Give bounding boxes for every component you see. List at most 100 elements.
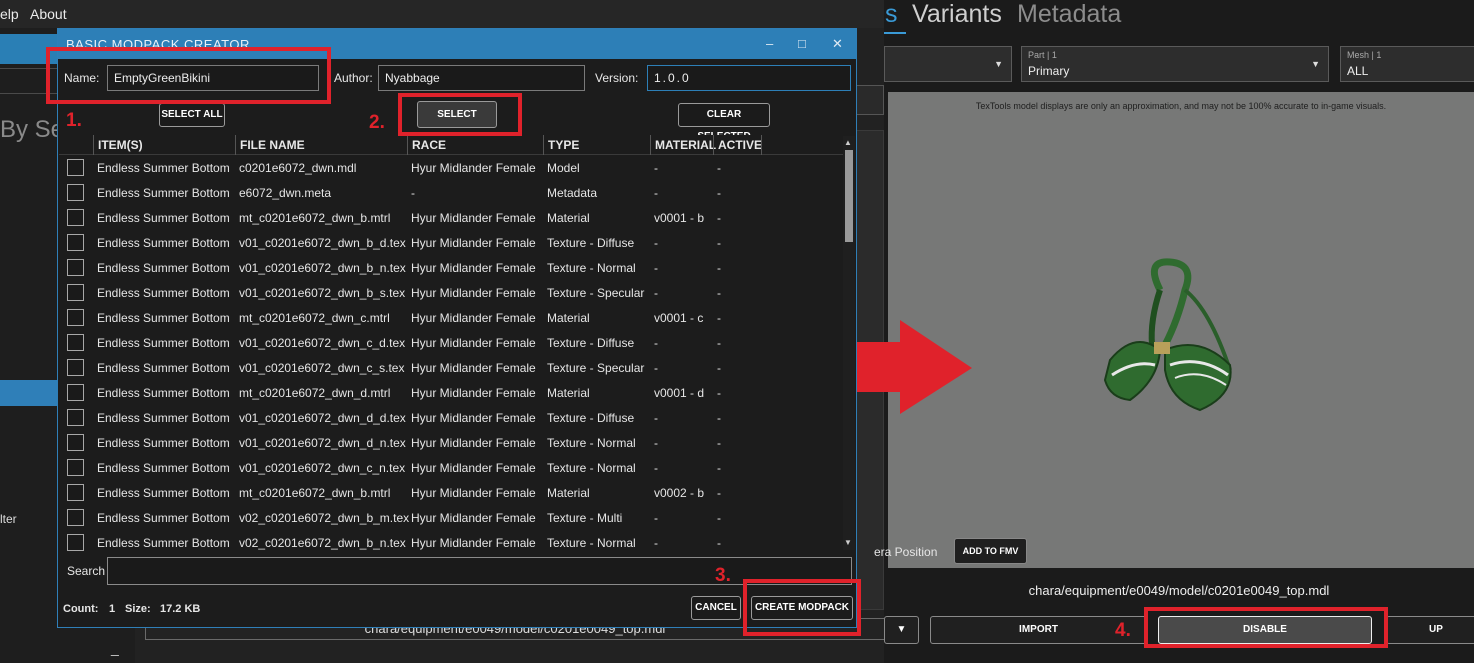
viewport-disclaimer: TexTools model displays are only an appr… xyxy=(975,101,1387,111)
column-type[interactable]: TYPE xyxy=(548,138,579,152)
dropdown-toggle-button[interactable]: ▼ xyxy=(884,616,919,644)
count-label: Count: xyxy=(63,603,99,615)
table-row[interactable]: Endless Summer Bottom mt_c0201e6072_dwn_c… xyxy=(59,306,841,331)
cell-material: v0001 - d xyxy=(654,386,705,400)
author-input[interactable]: Nyabbage xyxy=(378,65,585,91)
table-row[interactable]: Endless Summer Bottom v01_c0201e6072_dwn_… xyxy=(59,431,841,456)
row-checkbox[interactable] xyxy=(67,434,84,451)
annotation-number-1: 1. xyxy=(66,110,82,131)
cell-item: Endless Summer Bottom xyxy=(97,161,230,175)
cell-file-name: v01_c0201e6072_dwn_b_s.tex xyxy=(239,286,406,300)
cell-material: v0001 - c xyxy=(654,311,704,325)
row-checkbox[interactable] xyxy=(67,184,84,201)
column-divider xyxy=(650,135,651,155)
row-checkbox[interactable] xyxy=(67,159,84,176)
cancel-button[interactable]: CANCEL xyxy=(691,596,741,620)
row-checkbox[interactable] xyxy=(67,384,84,401)
cell-type: Metadata xyxy=(547,186,598,200)
app-root: elp About By Set lter chara/equipment/e0… xyxy=(0,0,1474,663)
table-row[interactable]: Endless Summer Bottom v01_c0201e6072_dwn_… xyxy=(59,256,841,281)
cell-item: Endless Summer Bottom xyxy=(97,286,230,300)
cell-type: Material xyxy=(547,386,590,400)
cell-material: v0002 - b xyxy=(654,486,705,500)
variant-select[interactable]: ▼ xyxy=(884,46,1012,82)
tab-models[interactable]: s xyxy=(884,0,906,34)
cell-item: Endless Summer Bottom xyxy=(97,511,230,525)
menu-about[interactable]: About xyxy=(30,6,67,22)
menu-help[interactable]: elp xyxy=(0,6,19,22)
cell-race: Hyur Midlander Female xyxy=(411,386,536,400)
cell-file-name: mt_c0201e6072_dwn_b.mtrl xyxy=(239,211,391,225)
maximize-icon[interactable]: □ xyxy=(798,36,806,51)
scroll-thumb[interactable] xyxy=(845,150,853,242)
update-button[interactable]: UP xyxy=(1386,616,1474,644)
row-checkbox[interactable] xyxy=(67,484,84,501)
table-row[interactable]: Endless Summer Bottom v01_c0201e6072_dwn_… xyxy=(59,331,841,356)
table-row[interactable]: Endless Summer Bottom mt_c0201e6072_dwn_b… xyxy=(59,481,841,506)
add-to-fmv-button[interactable]: ADD TO FMV xyxy=(954,538,1027,564)
cell-active: - xyxy=(717,461,721,475)
cell-race: Hyur Midlander Female xyxy=(411,536,536,550)
version-input[interactable]: 1.0.0 xyxy=(647,65,851,91)
cell-material: - xyxy=(654,411,658,425)
row-checkbox[interactable] xyxy=(67,409,84,426)
tab-metadata[interactable]: Metadata xyxy=(1017,0,1121,29)
bottom-dash: _ xyxy=(111,640,119,656)
table-row[interactable]: Endless Summer Bottom v01_c0201e6072_dwn_… xyxy=(59,281,841,306)
minimize-icon[interactable]: – xyxy=(766,36,773,51)
left-selected-item[interactable] xyxy=(0,380,60,406)
clear-selected-button[interactable]: CLEAR SELECTED xyxy=(678,103,770,142)
row-checkbox[interactable] xyxy=(67,309,84,326)
table-row[interactable]: Endless Summer Bottom mt_c0201e6072_dwn_d… xyxy=(59,381,841,406)
row-checkbox[interactable] xyxy=(67,509,84,526)
grid-scrollbar[interactable]: ▲ ▼ xyxy=(843,136,855,550)
file-grid-rows: Endless Summer Bottom c0201e6072_dwn.mdl H… xyxy=(59,156,841,556)
row-checkbox[interactable] xyxy=(67,209,84,226)
cell-file-name: v01_c0201e6072_dwn_c_n.tex xyxy=(239,461,406,475)
row-checkbox[interactable] xyxy=(67,284,84,301)
cell-race: Hyur Midlander Female xyxy=(411,286,536,300)
column-active[interactable]: ACTIVE xyxy=(718,138,762,152)
row-checkbox[interactable] xyxy=(67,359,84,376)
column-divider xyxy=(761,135,762,155)
row-checkbox[interactable] xyxy=(67,459,84,476)
middle-box xyxy=(854,85,884,115)
column-race[interactable]: RACE xyxy=(412,138,446,152)
cell-active: - xyxy=(717,261,721,275)
search-input[interactable] xyxy=(107,557,852,585)
table-row[interactable]: Endless Summer Bottom v02_c0201e6072_dwn_… xyxy=(59,531,841,556)
scroll-down-icon[interactable]: ▼ xyxy=(844,538,852,547)
cell-material: - xyxy=(654,461,658,475)
row-checkbox[interactable] xyxy=(67,534,84,551)
mesh-caption: Mesh | 1 xyxy=(1347,50,1382,60)
table-row[interactable]: Endless Summer Bottom e6072_dwn.meta - Meta… xyxy=(59,181,841,206)
mesh-select[interactable]: Mesh | 1 ALL xyxy=(1340,46,1474,82)
table-row[interactable]: Endless Summer Bottom c0201e6072_dwn.mdl H… xyxy=(59,156,841,181)
cell-material: - xyxy=(654,236,658,250)
cell-race: Hyur Midlander Female xyxy=(411,161,536,175)
row-checkbox[interactable] xyxy=(67,259,84,276)
column-material[interactable]: MATERIAL xyxy=(655,138,716,152)
cell-race: Hyur Midlander Female xyxy=(411,436,536,450)
scroll-up-icon[interactable]: ▲ xyxy=(844,138,852,147)
column-file-name[interactable]: FILE NAME xyxy=(240,138,305,152)
cell-active: - xyxy=(717,486,721,500)
select-all-button[interactable]: SELECT ALL xyxy=(159,103,225,127)
table-row[interactable]: Endless Summer Bottom v01_c0201e6072_dwn_… xyxy=(59,456,841,481)
row-checkbox[interactable] xyxy=(67,234,84,251)
close-icon[interactable]: ✕ xyxy=(832,36,843,52)
cell-material: - xyxy=(654,161,658,175)
table-row[interactable]: Endless Summer Bottom v01_c0201e6072_dwn_… xyxy=(59,231,841,256)
cell-type: Material xyxy=(547,311,590,325)
table-row[interactable]: Endless Summer Bottom v01_c0201e6072_dwn_… xyxy=(59,406,841,431)
column-items[interactable]: ITEM(S) xyxy=(98,138,143,152)
cell-material: v0001 - b xyxy=(654,211,705,225)
row-checkbox[interactable] xyxy=(67,334,84,351)
table-row[interactable]: Endless Summer Bottom v01_c0201e6072_dwn_… xyxy=(59,356,841,381)
table-row[interactable]: Endless Summer Bottom mt_c0201e6072_dwn_b… xyxy=(59,206,841,231)
tab-variants[interactable]: Variants xyxy=(912,0,1002,29)
table-row[interactable]: Endless Summer Bottom v02_c0201e6072_dwn_… xyxy=(59,506,841,531)
cell-active: - xyxy=(717,211,721,225)
part-select[interactable]: Part | 1 Primary ▼ xyxy=(1021,46,1329,82)
column-divider xyxy=(543,135,544,155)
